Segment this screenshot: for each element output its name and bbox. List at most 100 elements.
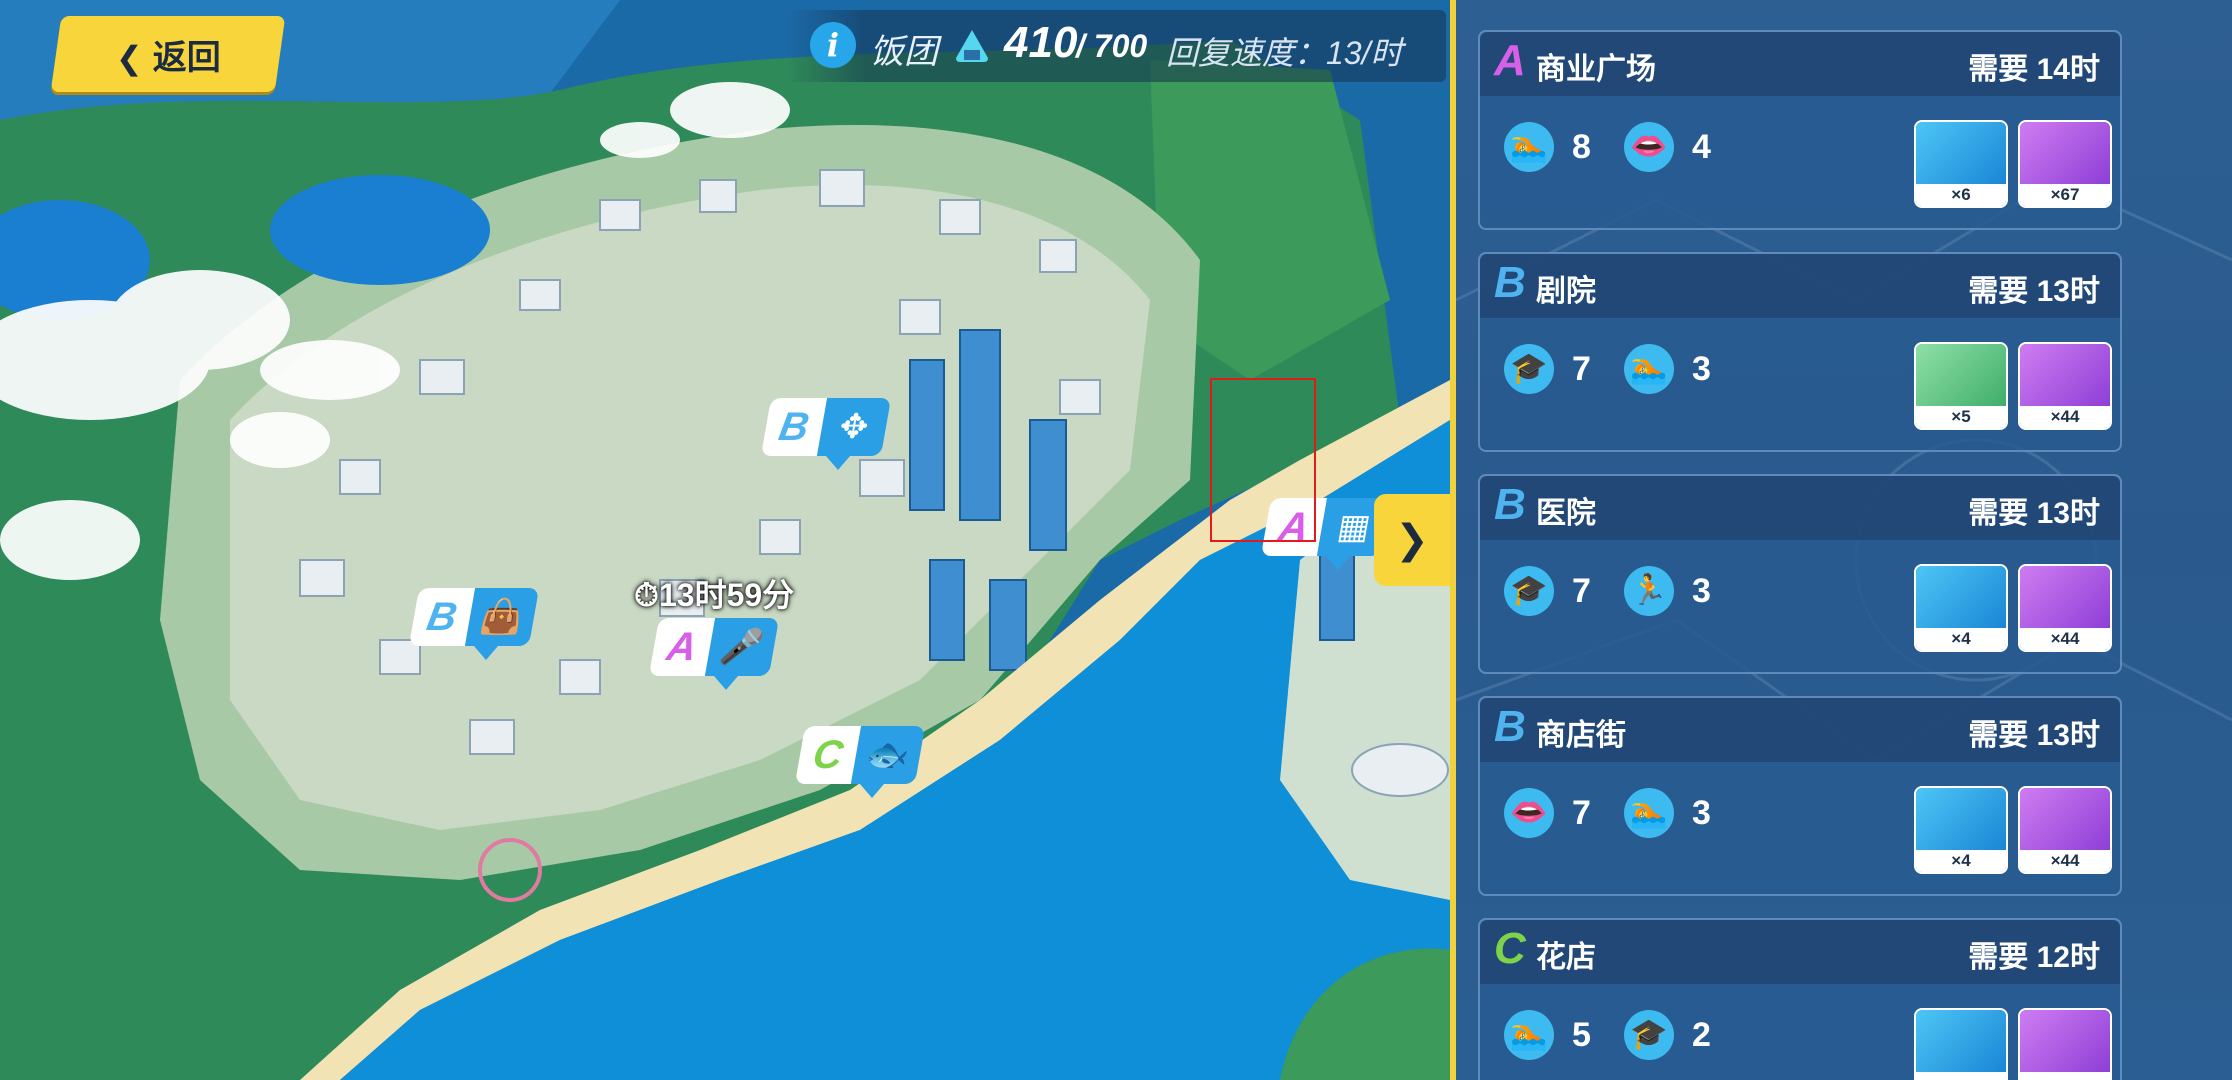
resource-max: / 700 [1076, 28, 1148, 64]
requirement: 🏊 3 [1624, 788, 1711, 838]
chip-icon [1916, 122, 2006, 184]
ticket-icon [2020, 122, 2110, 184]
graduation-cap-icon: 🎓 [1624, 1010, 1674, 1060]
reward-count: ×4 [1916, 628, 2006, 650]
timer: ⏱13时59分 [634, 577, 795, 613]
requirement: 🏊 5 [1504, 1010, 1591, 1060]
location-card[interactable]: B 商店街 需要 13时 👄 7 🏊 3 ×4 ×44 [1478, 696, 2122, 896]
requirement-value: 7 [1572, 793, 1591, 832]
map-marker-b-move[interactable]: B ✥ [760, 398, 892, 470]
requirement: 👄 4 [1624, 122, 1711, 172]
location-name: 商店街 [1536, 719, 1626, 752]
swim-icon: 🏊 [1624, 788, 1674, 838]
move-icon: ✥ [816, 398, 892, 456]
grade-badge: B [1494, 702, 1526, 751]
ticket-icon [2020, 1010, 2110, 1072]
ticket-icon [2020, 566, 2110, 628]
chip-icon [1916, 788, 2006, 850]
requirement: 🎓 2 [1624, 1010, 1711, 1060]
requirement-value: 7 [1572, 349, 1591, 388]
requirement: 🏊 3 [1624, 344, 1711, 394]
location-card[interactable]: B 医院 需要 13时 🎓 7 🏃 3 ×4 ×44 [1478, 474, 2122, 674]
chip-icon [1916, 1010, 2006, 1072]
marker-grade: B [408, 588, 476, 646]
map-marker-c-fish[interactable]: C 🐟 [794, 726, 926, 798]
reward-ticket[interactable] [2018, 1008, 2112, 1080]
requirement: 🎓 7 [1504, 566, 1591, 616]
chevron-right-icon: ❯ [1395, 518, 1429, 562]
ticket-icon [2020, 344, 2110, 406]
reward-count: ×44 [2020, 628, 2110, 650]
reward-ticket[interactable]: ×44 [2018, 786, 2112, 874]
chevron-left-icon: ❮ [115, 39, 143, 76]
recovery-rate: 回复速度：13/时 [1166, 35, 1403, 71]
time-required: 需要 14时 [1968, 53, 2100, 86]
card-header: B 剧院 需要 13时 [1480, 254, 2120, 318]
graduation-cap-icon: 🎓 [1504, 566, 1554, 616]
selection-box [1210, 378, 1316, 542]
graduation-cap-icon: 🎓 [1504, 344, 1554, 394]
info-icon[interactable]: i [810, 22, 856, 68]
card-header: A 商业广场 需要 14时 [1480, 32, 2120, 96]
back-button[interactable]: ❮ 返回 [50, 16, 286, 92]
reward-count: ×4 [1916, 850, 2006, 872]
time-required: 需要 13时 [1968, 497, 2100, 530]
requirement-value: 2 [1692, 1015, 1711, 1054]
time-required: 需要 12时 [1968, 941, 2100, 974]
ticket-icon [2020, 788, 2110, 850]
requirement-value: 8 [1572, 127, 1591, 166]
reward-chip[interactable]: ×4 [1914, 564, 2008, 652]
location-card[interactable]: C 花店 需要 12时 🏊 5 🎓 2 [1478, 918, 2122, 1080]
grade-badge: B [1494, 480, 1526, 529]
reward-count: ×44 [2020, 850, 2110, 872]
card-header: B 医院 需要 13时 [1480, 476, 2120, 540]
reward-ticket[interactable]: ×44 [2018, 342, 2112, 430]
grade-badge: B [1494, 258, 1526, 307]
requirement: 🎓 7 [1504, 344, 1591, 394]
marker-grade: A [648, 618, 716, 676]
map-marker-b-bag[interactable]: B 👜 [408, 588, 540, 660]
reward-ticket[interactable]: ×44 [2018, 564, 2112, 652]
rice-ball-icon [956, 30, 988, 62]
reward-ticket[interactable]: ×67 [2018, 120, 2112, 208]
reward-count [1916, 1072, 2006, 1080]
expand-arrow-button[interactable]: ❯ [1374, 494, 1450, 586]
location-name: 花店 [1536, 941, 1596, 974]
reward-chip[interactable]: ×6 [1914, 120, 2008, 208]
fish-icon: 🐟 [850, 726, 926, 784]
marker-grade: C [794, 726, 862, 784]
requirement-value: 3 [1692, 349, 1711, 388]
requirement-value: 3 [1692, 793, 1711, 832]
reward-gem[interactable]: ×5 [1914, 342, 2008, 430]
requirement: 👄 7 [1504, 788, 1591, 838]
time-required: 需要 13时 [1968, 275, 2100, 308]
marker-grade: B [760, 398, 828, 456]
map-marker-a-microphone[interactable]: A 🎤 [648, 618, 780, 690]
reward-chip[interactable] [1914, 1008, 2008, 1080]
reward-count [2020, 1072, 2110, 1080]
requirement-value: 5 [1572, 1015, 1591, 1054]
location-panel[interactable]: A 商业广场 需要 14时 🏊 8 👄 4 ×6 ×67 B 剧院 需要 13时… [1456, 0, 2232, 1080]
reward-count: ×5 [1916, 406, 2006, 428]
reward-count: ×67 [2020, 184, 2110, 206]
reward-chip[interactable]: ×4 [1914, 786, 2008, 874]
chip-icon [1916, 566, 2006, 628]
lips-icon: 👄 [1624, 122, 1674, 172]
requirement-value: 3 [1692, 571, 1711, 610]
lips-icon: 👄 [1504, 788, 1554, 838]
city-map[interactable]: ❮ 返回 i 饭团 410 / 700 回复速度：13/时 B ✥ B 👜 A 🎤… [0, 0, 1450, 1080]
swim-icon: 🏊 [1504, 1010, 1554, 1060]
requirement: 🏊 8 [1504, 122, 1591, 172]
resource-current: 410 [1004, 18, 1078, 67]
location-name: 剧院 [1536, 275, 1596, 308]
gem-icon [1916, 344, 2006, 406]
microphone-icon: 🎤 [704, 618, 780, 676]
location-card[interactable]: A 商业广场 需要 14时 🏊 8 👄 4 ×6 ×67 [1478, 30, 2122, 230]
location-name: 医院 [1536, 497, 1596, 530]
location-card[interactable]: B 剧院 需要 13时 🎓 7 🏊 3 ×5 ×44 [1478, 252, 2122, 452]
back-button-label: 返回 [152, 38, 221, 77]
card-header: C 花店 需要 12时 [1480, 920, 2120, 984]
grade-badge: A [1494, 36, 1526, 85]
time-required: 需要 13时 [1968, 719, 2100, 752]
card-header: B 商店街 需要 13时 [1480, 698, 2120, 762]
